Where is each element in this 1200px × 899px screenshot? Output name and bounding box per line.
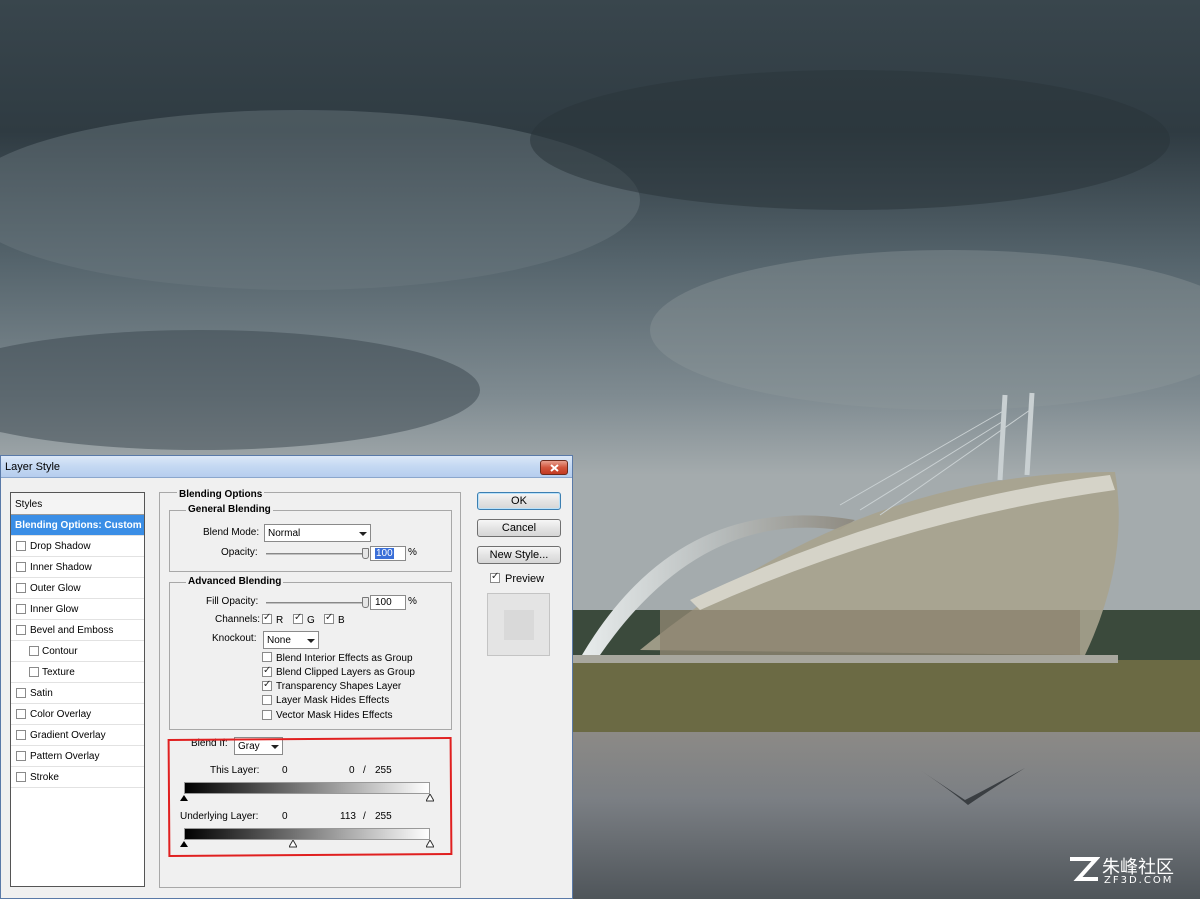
opacity-slider-track[interactable] xyxy=(266,553,366,555)
chevron-down-icon xyxy=(359,532,367,536)
inner-glow-checkbox[interactable] xyxy=(16,604,26,614)
blend-interior-checkbox[interactable] xyxy=(262,652,272,662)
transparency-shapes-label: Transparency Shapes Layer xyxy=(276,681,402,692)
satin-checkbox[interactable] xyxy=(16,688,26,698)
style-item-color-overlay[interactable]: Color Overlay xyxy=(11,704,144,725)
fill-opacity-slider-track[interactable] xyxy=(266,602,366,604)
style-item-label: Drop Shadow xyxy=(30,541,91,552)
style-item-drop-shadow[interactable]: Drop Shadow xyxy=(11,536,144,557)
contour-checkbox[interactable] xyxy=(29,646,39,656)
layer-mask-hides-checkbox[interactable] xyxy=(262,695,272,705)
style-item-label: Bevel and Emboss xyxy=(30,625,114,636)
style-item-blending-options[interactable]: Blending Options: Custom xyxy=(11,515,144,536)
blend-clipped-checkbox[interactable] xyxy=(262,665,272,677)
preview-label: Preview xyxy=(505,573,545,585)
pattern-overlay-checkbox[interactable] xyxy=(16,751,26,761)
channel-b-checkbox[interactable] xyxy=(324,612,334,624)
style-item-inner-shadow[interactable]: Inner Shadow xyxy=(11,557,144,578)
style-item-label: Inner Glow xyxy=(30,604,79,615)
ok-button[interactable]: OK xyxy=(477,492,561,510)
style-item-label: Inner Shadow xyxy=(30,562,92,573)
preview-swatch-inner xyxy=(504,610,534,640)
fill-opacity-slider-thumb[interactable] xyxy=(362,597,369,608)
texture-checkbox[interactable] xyxy=(29,667,39,677)
layer-mask-hides-label: Layer Mask Hides Effects xyxy=(276,695,390,706)
color-overlay-checkbox[interactable] xyxy=(16,709,26,719)
close-icon xyxy=(550,464,559,472)
fill-opacity-label: Fill Opacity: xyxy=(206,596,259,607)
advanced-blending-title: Advanced Blending xyxy=(186,576,284,587)
preview-swatch xyxy=(487,593,550,656)
style-item-gradient-overlay[interactable]: Gradient Overlay xyxy=(11,725,144,746)
style-item-bevel-emboss[interactable]: Bevel and Emboss xyxy=(11,620,144,641)
channel-g-label: G xyxy=(307,615,315,626)
close-button[interactable] xyxy=(540,460,568,475)
dialog-titlebar[interactable]: Layer Style xyxy=(1,456,572,478)
bevel-emboss-checkbox[interactable] xyxy=(16,625,26,635)
new-style-button[interactable]: New Style... xyxy=(477,546,561,564)
style-item-satin[interactable]: Satin xyxy=(11,683,144,704)
blend-clipped-label: Blend Clipped Layers as Group xyxy=(276,667,415,678)
fill-opacity-value: 100 xyxy=(375,597,392,608)
highlight-annotation-box xyxy=(167,737,453,857)
style-item-label: Pattern Overlay xyxy=(30,751,100,762)
knockout-label: Knockout: xyxy=(212,633,257,644)
style-item-inner-glow[interactable]: Inner Glow xyxy=(11,599,144,620)
preview-checkbox[interactable] xyxy=(490,571,500,583)
style-item-texture[interactable]: Texture xyxy=(11,662,144,683)
style-item-label: Stroke xyxy=(30,772,59,783)
outer-glow-checkbox[interactable] xyxy=(16,583,26,593)
style-item-label: Color Overlay xyxy=(30,709,92,720)
style-item-stroke[interactable]: Stroke xyxy=(11,767,144,788)
dialog-title: Layer Style xyxy=(5,461,61,473)
style-item-label: Contour xyxy=(42,646,78,657)
zf3d-logo-icon xyxy=(1070,857,1100,881)
style-item-pattern-overlay[interactable]: Pattern Overlay xyxy=(11,746,144,767)
knockout-value: None xyxy=(267,635,291,646)
style-item-label: Blending Options: Custom xyxy=(15,520,142,531)
channels-label: Channels: xyxy=(215,614,261,625)
transparency-shapes-checkbox[interactable] xyxy=(262,679,272,691)
channel-r-label: R xyxy=(276,615,284,626)
blend-mode-select[interactable]: Normal xyxy=(264,524,371,542)
general-blending-title: General Blending xyxy=(186,504,273,515)
opacity-unit: % xyxy=(408,547,417,558)
vector-mask-hides-checkbox[interactable] xyxy=(262,710,272,720)
blend-interior-label: Blend Interior Effects as Group xyxy=(276,653,413,664)
channel-r-checkbox[interactable] xyxy=(262,612,272,624)
stroke-checkbox[interactable] xyxy=(16,772,26,782)
knockout-select[interactable]: None xyxy=(263,631,319,649)
watermark-url: ZF3D.COM xyxy=(1104,875,1174,886)
blend-mode-label: Blend Mode: xyxy=(203,527,260,538)
inner-shadow-checkbox[interactable] xyxy=(16,562,26,572)
styles-list: Styles Blending Options: Custom Drop Sha… xyxy=(10,492,145,887)
styles-header[interactable]: Styles xyxy=(11,493,144,515)
vector-mask-hides-label: Vector Mask Hides Effects xyxy=(276,710,393,721)
style-item-label: Outer Glow xyxy=(30,583,81,594)
style-item-contour[interactable]: Contour xyxy=(11,641,144,662)
cancel-button[interactable]: Cancel xyxy=(477,519,561,537)
fill-opacity-unit: % xyxy=(408,596,417,607)
layer-style-dialog: Layer Style Styles Blending Options: Cus… xyxy=(0,455,573,899)
blend-mode-value: Normal xyxy=(268,528,301,539)
style-item-outer-glow[interactable]: Outer Glow xyxy=(11,578,144,599)
gradient-overlay-checkbox[interactable] xyxy=(16,730,26,740)
chevron-down-icon xyxy=(307,639,315,643)
fill-opacity-input[interactable]: 100 xyxy=(370,595,406,610)
blending-options-title: Blending Options xyxy=(177,489,265,500)
drop-shadow-checkbox[interactable] xyxy=(16,541,26,551)
channel-b-label: B xyxy=(338,615,345,626)
channel-g-checkbox[interactable] xyxy=(293,612,303,624)
opacity-slider-thumb[interactable] xyxy=(362,548,369,559)
style-item-label: Gradient Overlay xyxy=(30,730,106,741)
style-item-label: Texture xyxy=(42,667,75,678)
style-item-label: Satin xyxy=(30,688,53,699)
opacity-value: 100 xyxy=(375,548,394,559)
opacity-label: Opacity: xyxy=(221,547,258,558)
opacity-input[interactable]: 100 xyxy=(370,546,406,561)
